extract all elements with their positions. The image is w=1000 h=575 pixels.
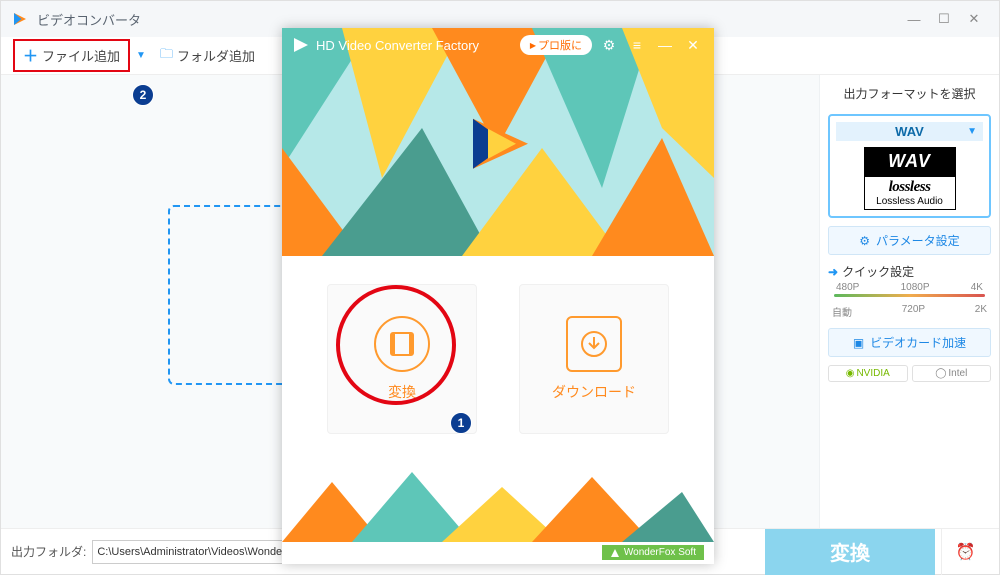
gpu-label: ビデオカード加速 [870, 334, 966, 351]
app-title: ビデオコンバータ [37, 10, 899, 29]
sidebar: 出力フォーマットを選択 WAV ▼ WAV lossless Lossless … [819, 75, 999, 528]
launcher-menu-button[interactable]: ≡ [626, 34, 648, 56]
format-selector[interactable]: WAV ▼ WAV lossless Lossless Audio [828, 114, 991, 218]
close-button[interactable]: ✕ [959, 4, 989, 34]
alarm-button[interactable]: ⏰ [941, 529, 989, 575]
maximize-button[interactable]: ☐ [929, 4, 959, 34]
params-label: パラメータ設定 [876, 232, 960, 249]
format-badge-text: WAV [864, 147, 956, 176]
chevron-down-icon: ▼ [967, 126, 977, 137]
add-file-button[interactable]: ＋ ファイル追加 [13, 39, 130, 72]
intel-icon: ◯ [935, 368, 946, 379]
quality-slider[interactable]: 480P 1080P 4K 自動 720P 2K [828, 288, 991, 320]
launcher-logo-icon [292, 36, 310, 54]
launcher-convert-label: 変換 [388, 382, 416, 402]
output-format-title: 出力フォーマットを選択 [828, 85, 991, 102]
launcher-footer-art [282, 472, 714, 542]
output-folder-label: 出力フォルダ: [11, 543, 86, 560]
add-folder-label: フォルダ追加 [177, 46, 255, 65]
intel-chip[interactable]: ◯ Intel [912, 365, 992, 382]
list-icon: ≡ [633, 37, 641, 53]
nvidia-chip[interactable]: ◉ NVIDIA [828, 365, 908, 382]
arrow-right-icon: ➜ [828, 265, 838, 279]
minimize-button[interactable]: — [899, 4, 929, 34]
sliders-icon: ⚙ [859, 234, 870, 248]
wonderfox-brand-badge: WonderFox Soft [602, 545, 704, 560]
lossless-sub: Lossless Audio [867, 196, 953, 207]
launcher-header: HD Video Converter Factory プロ版に ⚙ ≡ — ✕ [282, 28, 714, 256]
film-icon [374, 316, 430, 372]
launcher-minimize-button[interactable]: — [654, 34, 676, 56]
callout-badge-1: 1 [450, 412, 472, 434]
launcher-window: HD Video Converter Factory プロ版に ⚙ ≡ — ✕ … [282, 28, 714, 564]
app-logo-icon [11, 10, 29, 28]
plus-icon: ＋ [23, 45, 38, 66]
add-file-dropdown-icon[interactable]: ▼ [136, 50, 146, 61]
launcher-download-label: ダウンロード [552, 382, 636, 402]
launcher-convert-card[interactable]: 変換 [327, 284, 477, 434]
launcher-settings-button[interactable]: ⚙ [598, 34, 620, 56]
launcher-center-logo-icon [458, 104, 538, 189]
lossless-logo: lossless [867, 179, 953, 196]
quick-settings-title: ➜ クイック設定 [828, 263, 991, 280]
nvidia-icon: ◉ [846, 368, 855, 379]
launcher-title: HD Video Converter Factory [292, 36, 514, 54]
gpu-vendor-row: ◉ NVIDIA ◯ Intel [828, 365, 991, 382]
launcher-download-card[interactable]: ダウンロード [519, 284, 669, 434]
folder-icon: 🗀 [160, 45, 173, 67]
add-file-label: ファイル追加 [42, 46, 120, 65]
add-folder-button[interactable]: 🗀 フォルダ追加 [152, 41, 263, 71]
pro-upgrade-button[interactable]: プロ版に [520, 35, 592, 55]
chip-icon: ▣ [853, 336, 864, 350]
launcher-body: 変換 ダウンロード [282, 284, 714, 434]
gpu-accel-button[interactable]: ▣ ビデオカード加速 [828, 328, 991, 357]
convert-button[interactable]: 変換 [765, 529, 935, 575]
format-badge: WAV lossless Lossless Audio [864, 147, 956, 210]
launcher-close-button[interactable]: ✕ [682, 34, 704, 56]
fox-icon [610, 548, 620, 558]
download-icon [566, 316, 622, 372]
format-code: WAV [895, 124, 924, 139]
gear-icon: ⚙ [603, 37, 616, 54]
alarm-clock-icon: ⏰ [956, 542, 976, 562]
callout-badge-2: 2 [132, 84, 154, 106]
parameter-settings-button[interactable]: ⚙ パラメータ設定 [828, 226, 991, 255]
